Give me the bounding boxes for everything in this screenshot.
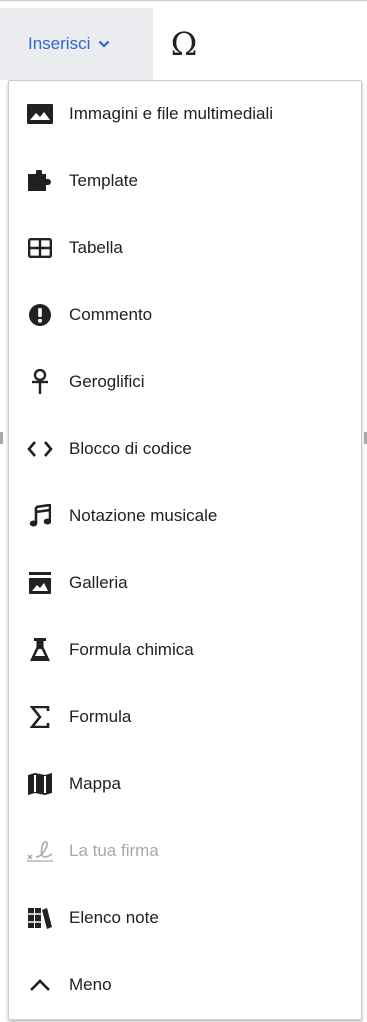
chevron-up-icon xyxy=(26,971,54,999)
menu-item-formula[interactable]: Formula xyxy=(9,684,361,750)
menu-item-media[interactable]: Immagini e file multimediali xyxy=(9,81,361,147)
menu-item-template[interactable]: Template xyxy=(9,148,361,214)
code-icon xyxy=(26,435,54,463)
menu-item-label: Immagini e file multimediali xyxy=(69,104,274,123)
table-icon xyxy=(26,234,54,262)
menu-item-label: Tabella xyxy=(69,238,123,257)
menu-item-label: La tua firma xyxy=(69,841,159,860)
insert-menu-dropdown: Immagini e file multimediali Template Ta… xyxy=(8,80,362,1020)
signature-icon xyxy=(26,837,54,865)
chevron-down-icon xyxy=(98,40,110,48)
menu-item-label: Formula chimica xyxy=(69,640,194,659)
map-icon xyxy=(26,770,54,798)
menu-item-less[interactable]: Meno xyxy=(9,952,361,1018)
menu-item-code-block[interactable]: Blocco di codice xyxy=(9,416,361,482)
menu-item-chemical-formula[interactable]: Formula chimica xyxy=(9,617,361,683)
menu-item-label: Meno xyxy=(69,975,112,994)
image-icon xyxy=(26,100,54,128)
page-edge-mark xyxy=(0,432,3,444)
menu-item-label: Mappa xyxy=(69,774,121,793)
gallery-icon xyxy=(26,569,54,597)
menu-item-table[interactable]: Tabella xyxy=(9,215,361,281)
menu-item-label: Galleria xyxy=(69,573,128,592)
flask-icon xyxy=(26,636,54,664)
music-icon xyxy=(26,502,54,530)
menu-item-hieroglyphs[interactable]: Geroglifici xyxy=(9,349,361,415)
ankh-icon xyxy=(26,368,54,396)
menu-item-label: Commento xyxy=(69,305,153,324)
insert-menu-button[interactable]: Inserisci xyxy=(0,8,153,80)
references-icon xyxy=(26,904,54,932)
menu-item-music-notation[interactable]: Notazione musicale xyxy=(9,483,361,549)
menu-item-label: Formula xyxy=(69,707,132,726)
menu-item-references-list[interactable]: Elenco note xyxy=(9,885,361,951)
editor-toolbar: Inserisci Ω xyxy=(0,8,367,80)
menu-item-label: Blocco di codice xyxy=(69,439,192,458)
menu-item-signature: La tua firma xyxy=(9,818,361,884)
menu-item-label: Geroglifici xyxy=(69,372,145,391)
menu-item-comment[interactable]: Commento xyxy=(9,282,361,348)
omega-icon: Ω xyxy=(170,25,198,63)
menu-item-label: Notazione musicale xyxy=(69,506,218,525)
menu-item-label: Template xyxy=(69,171,138,190)
puzzle-icon xyxy=(26,167,54,195)
menu-item-gallery[interactable]: Galleria xyxy=(9,550,361,616)
special-character-button[interactable]: Ω xyxy=(153,8,215,80)
insert-menu-label: Inserisci xyxy=(28,34,91,53)
alert-icon xyxy=(26,301,54,329)
menu-item-map[interactable]: Mappa xyxy=(9,751,361,817)
sigma-icon xyxy=(26,703,54,731)
menu-item-label: Elenco note xyxy=(69,908,159,927)
